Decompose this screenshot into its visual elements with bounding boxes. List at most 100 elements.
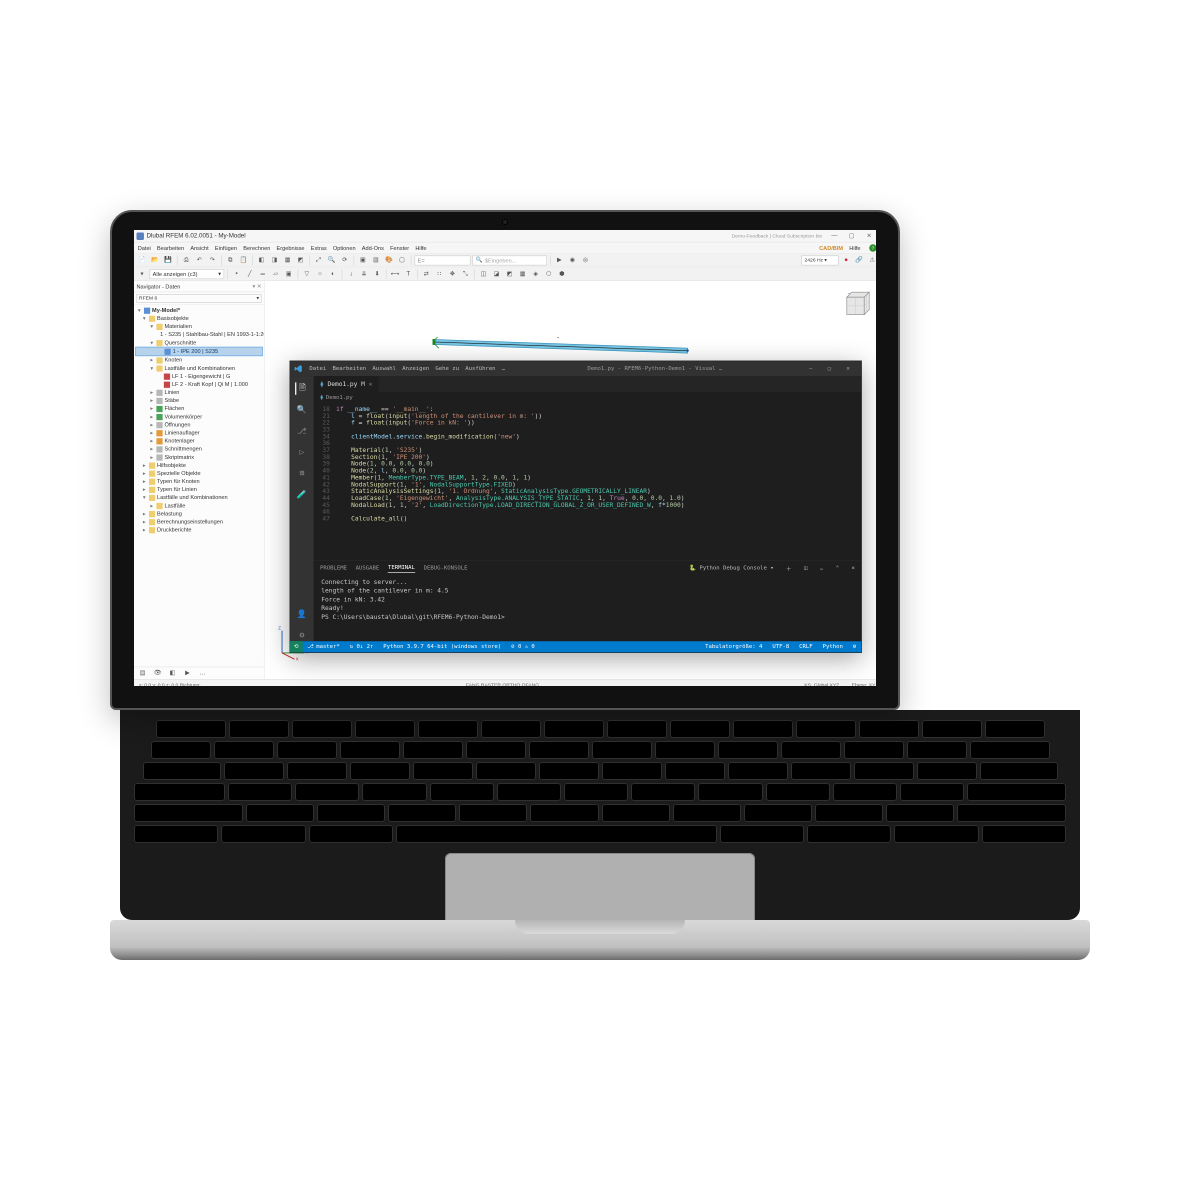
release-icon[interactable]: ◐ (327, 268, 338, 279)
extra2-icon[interactable]: ◪ (491, 268, 502, 279)
warn-icon[interactable]: ⚠ (867, 255, 876, 266)
vs-menu-gehe[interactable]: Gehe zu (435, 366, 459, 372)
new-icon[interactable]: 📄 (136, 255, 147, 266)
gear-icon[interactable]: ⚙ (296, 629, 308, 641)
print-icon[interactable]: ⎙ (181, 255, 192, 266)
zoom-all-icon[interactable]: ⤢ (313, 255, 324, 266)
menu-ansicht[interactable]: Ansicht (190, 245, 208, 251)
menu-berechnen[interactable]: Berechnen (243, 245, 270, 251)
tree-lf[interactable]: Lastfälle (164, 502, 185, 510)
node-icon[interactable]: • (231, 268, 242, 279)
code-line[interactable]: 47 Calculate_all() (314, 515, 861, 522)
status-encoding[interactable]: UTF-8 (767, 644, 794, 650)
load1-icon[interactable]: ↓ (345, 268, 356, 279)
breadcrumb[interactable]: ⧫Demo1.py (314, 392, 861, 403)
tree-root[interactable]: My-Model* (152, 307, 180, 315)
status-tabsize[interactable]: Tabulatorgröße: 4 (700, 644, 767, 650)
array-icon[interactable]: ∷ (434, 268, 445, 279)
terminal-trash-icon[interactable]: … (820, 565, 823, 571)
code-line[interactable]: 34 clientModel.service.begin_modificatio… (314, 433, 861, 440)
text-icon[interactable]: T (403, 268, 414, 279)
vs-menu-anzeigen[interactable]: Anzeigen (402, 366, 429, 372)
zoom-win-icon[interactable]: 🔍 (326, 255, 337, 266)
status-sync[interactable]: ↻ 0↓ 2↑ (345, 644, 379, 650)
mirror-icon[interactable]: ⇄ (421, 268, 432, 279)
tree-basis[interactable]: Basisobjekte (157, 315, 189, 323)
test-icon[interactable]: 🧪 (296, 488, 308, 500)
code-line[interactable]: 42 NodalSupport(1, '1', NodalSupportType… (314, 481, 861, 488)
code-line[interactable]: 40 Node(2, l, 0.0, 0.0) (314, 468, 861, 475)
code-line[interactable]: 36 (314, 440, 861, 447)
vs-menu-datei[interactable]: Datei (309, 366, 326, 372)
tree-members[interactable]: Stäbe (164, 397, 179, 405)
code-line[interactable]: 22 f = float(input('Force in kN: ')) (314, 420, 861, 427)
nav-data-icon[interactable]: ▤ (136, 668, 150, 679)
search-icon[interactable]: 🔍 (296, 404, 308, 416)
vs-close-button[interactable]: ✕ (839, 366, 858, 372)
panel-max-icon[interactable]: ⌃ (836, 565, 839, 571)
panel-output[interactable]: AUSGABE (356, 565, 380, 571)
extra7-icon[interactable]: ⬢ (556, 268, 567, 279)
view-cube[interactable] (838, 287, 873, 322)
navigator-header[interactable]: Navigator - Daten▾ ✕ (134, 281, 264, 292)
extra5-icon[interactable]: ◈ (530, 268, 541, 279)
status-snap[interactable]: FANG RASTER ORTHO OFANG (466, 682, 539, 686)
tree-solids[interactable]: Volumenkörper (164, 413, 202, 421)
mode-icon[interactable]: ▾ (136, 268, 147, 279)
code-editor[interactable]: 18if __name__ == '__main__':21 l = float… (314, 404, 861, 561)
member-icon[interactable]: ═ (257, 268, 268, 279)
terminal-split-icon[interactable]: ◫ (804, 565, 807, 571)
tree-material-1[interactable]: 1 - S235 | Stahlbau-Stahl | EN 1993-1-1:… (160, 331, 264, 339)
panel-close-icon[interactable]: ✕ (852, 565, 855, 571)
dim-icon[interactable]: ⟷ (390, 268, 401, 279)
code-line[interactable]: 44 LoadCase(1, 'Eigengewicht', AnalysisT… (314, 495, 861, 502)
tree-section-1[interactable]: 1 - IPE 200 | S235 (173, 348, 219, 356)
redo-icon[interactable]: ↷ (207, 255, 218, 266)
tree-lines[interactable]: Linien (164, 389, 179, 397)
status-python[interactable]: Python 3.9.7 64-bit (windows store) (378, 644, 506, 650)
scale-icon[interactable]: ⤡ (460, 268, 471, 279)
wire-icon[interactable]: ▢ (396, 255, 407, 266)
terminal-add-icon[interactable]: ＋ (786, 564, 792, 572)
terminal-selector[interactable]: 🐍 Python Debug Console ▾ (689, 565, 773, 571)
tree-materials[interactable]: Materialien (164, 323, 191, 331)
mode-combo[interactable]: Alle anzeigen (c3)▾ (150, 269, 225, 279)
panel-terminal[interactable]: TERMINAL (388, 564, 415, 572)
vscode-titlebar[interactable]: Datei Bearbeiten Auswahl Anzeigen Gehe z… (290, 361, 861, 376)
explorer-icon[interactable]: 🗎 (295, 382, 307, 394)
tree-lc1[interactable]: LF 1 - Eigengewicht | G (172, 372, 230, 380)
search-field[interactable]: 🔍$Eingeben... (472, 255, 547, 265)
tree-special[interactable]: Spezielle Objekte (157, 469, 201, 477)
navigator-model-combo[interactable]: RFEM 6▾ (134, 292, 264, 304)
save-icon[interactable]: 💾 (163, 255, 174, 266)
menu-optionen[interactable]: Optionen (333, 245, 356, 251)
menu-bearbeiten[interactable]: Bearbeiten (157, 245, 184, 251)
tree-scripts[interactable]: Skriptmatrix (164, 453, 194, 461)
vs-menu-auswahl[interactable]: Auswahl (372, 366, 396, 372)
status-eol[interactable]: CRLF (794, 644, 817, 650)
hinge-icon[interactable]: ○ (314, 268, 325, 279)
panel-debugconsole[interactable]: DEBUG-KONSOLE (424, 565, 468, 571)
link-icon[interactable]: 🔗 (854, 255, 865, 266)
vs-max-button[interactable]: ▢ (820, 366, 839, 372)
help-icon[interactable]: ? (869, 244, 876, 251)
code-line[interactable]: 39 Node(1, 0.0, 0.0, 0.0) (314, 461, 861, 468)
cad-input[interactable]: E= (415, 255, 471, 265)
results-combo[interactable]: 2426 Hz ▾ (801, 255, 838, 265)
undo-icon[interactable]: ↶ (194, 255, 205, 266)
load2-icon[interactable]: ⇊ (359, 268, 370, 279)
paste-icon[interactable]: 📋 (238, 255, 249, 266)
tree-openings[interactable]: Öffnungen (164, 421, 190, 429)
copy-icon[interactable]: ⧉ (225, 255, 236, 266)
rec-icon[interactable]: ● (841, 255, 852, 266)
code-line[interactable]: 33 (314, 427, 861, 434)
navigator-tree[interactable]: ▾My-Model* ▾Basisobjekte ▾Materialien 1 … (134, 305, 264, 667)
line-icon[interactable]: ╱ (244, 268, 255, 279)
tree-druck[interactable]: Druckberichte (157, 526, 192, 534)
view1-icon[interactable]: ◧ (256, 255, 267, 266)
code-line[interactable]: 46 (314, 509, 861, 516)
menu-extras[interactable]: Extras (311, 245, 327, 251)
remote-button[interactable]: ⟲ (290, 641, 302, 652)
code-line[interactable]: 21 l = float(input('length of the cantil… (314, 413, 861, 420)
view2-icon[interactable]: ◨ (269, 255, 280, 266)
